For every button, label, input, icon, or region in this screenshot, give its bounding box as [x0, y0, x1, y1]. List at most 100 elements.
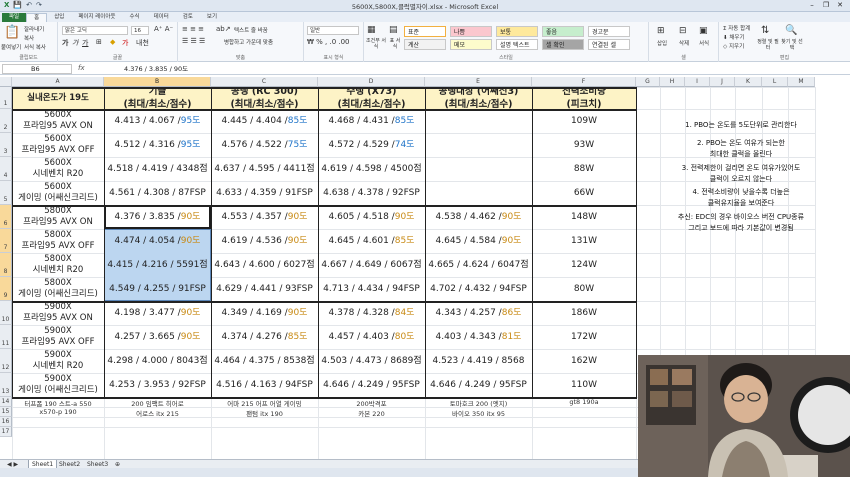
font-color-icon[interactable]: 가: [122, 38, 128, 48]
cell-style-2[interactable]: 나쁨: [450, 26, 492, 37]
result-cell[interactable]: 4.643 / 4.600 / 6027점: [211, 253, 318, 277]
column-header-g[interactable]: G: [636, 77, 660, 87]
result-cell[interactable]: 4.646 / 4.249 / 95FSP: [318, 373, 425, 397]
result-cell[interactable]: 4.349 / 4.169 / 90도: [211, 301, 318, 325]
result-cell[interactable]: 4.445 / 4.404 / 85도: [211, 109, 318, 133]
conditional-format-icon[interactable]: ▦: [367, 25, 376, 35]
result-cell[interactable]: 4.553 / 4.357 / 90도: [211, 205, 318, 229]
conditional-format-button[interactable]: 조건부 서식: [365, 38, 387, 50]
fill-button[interactable]: ⬇ 채우기: [723, 33, 745, 41]
result-cell[interactable]: 4.637 / 4.595 / 4411점: [211, 157, 318, 181]
sort-filter-button[interactable]: 정렬 및 필터: [757, 39, 779, 51]
italic-icon[interactable]: 가: [72, 38, 78, 48]
cell-style-8[interactable]: 설명 텍스트: [496, 39, 538, 50]
delete-cells-icon[interactable]: ⊟: [679, 26, 687, 36]
result-cell[interactable]: 4.645 / 4.584 / 90도: [425, 229, 532, 253]
tab-file[interactable]: 파일: [2, 13, 27, 22]
font-grow-icon[interactable]: A⁺ A⁻: [154, 25, 173, 33]
tab-data[interactable]: 데이터: [147, 13, 176, 22]
tab-home[interactable]: 홈: [26, 13, 48, 22]
format-painter-button[interactable]: 서식 복사: [24, 43, 46, 51]
row-header-4[interactable]: 4: [0, 157, 12, 181]
table-format-button[interactable]: 표 서식: [388, 38, 402, 50]
result-cell[interactable]: [425, 157, 532, 181]
cell-style-3[interactable]: 보통: [496, 26, 538, 37]
power-cell[interactable]: 162W: [532, 349, 636, 373]
autosum-button[interactable]: Σ 자동 합계: [723, 24, 750, 32]
column-header-h[interactable]: H: [660, 77, 685, 87]
find-select-icon[interactable]: 🔍: [785, 25, 797, 36]
column-header-i[interactable]: I: [685, 77, 710, 87]
result-cell[interactable]: 4.638 / 4.378 / 92FSP: [318, 181, 425, 205]
clear-button[interactable]: ◇ 지우기: [723, 42, 744, 50]
result-cell[interactable]: 4.253 / 3.953 / 92FSP: [104, 373, 211, 397]
result-cell[interactable]: 4.464 / 4.375 / 8538점: [211, 349, 318, 373]
formula-input[interactable]: 4.376 / 3.835 / 90도: [124, 64, 188, 74]
power-cell[interactable]: 80W: [532, 277, 636, 301]
tab-page-layout[interactable]: 페이지 레이아웃: [71, 13, 122, 22]
column-header-m[interactable]: M: [788, 77, 815, 87]
cell-style-7[interactable]: 메모: [450, 39, 492, 50]
result-cell[interactable]: 4.403 / 4.343 / 81도: [425, 325, 532, 349]
align-top-icon[interactable]: ≡ ≡ ≡: [182, 25, 204, 33]
merge-center-button[interactable]: 병합하고 가운데 맞춤: [224, 38, 273, 46]
fill-color-icon[interactable]: ◆: [110, 38, 115, 46]
column-header-k[interactable]: K: [735, 77, 762, 87]
row-header-1[interactable]: 1: [0, 87, 12, 109]
row-header-10[interactable]: 10: [0, 301, 12, 325]
cell-style-10[interactable]: 연결된 셀: [588, 39, 630, 50]
name-box[interactable]: B6: [2, 64, 72, 74]
result-cell[interactable]: [425, 133, 532, 157]
result-cell[interactable]: 4.713 / 4.434 / 94FSP: [318, 277, 425, 301]
align-left-icon[interactable]: ☰ ☰ ☰: [182, 37, 205, 45]
result-cell[interactable]: 4.413 / 4.067 / 95도: [104, 109, 211, 133]
result-cell[interactable]: 4.343 / 4.257 / 86도: [425, 301, 532, 325]
paste-button[interactable]: 붙여넣기: [1, 43, 21, 51]
power-cell[interactable]: 172W: [532, 325, 636, 349]
cell-style-9[interactable]: 셀 확인: [542, 39, 584, 50]
power-cell[interactable]: 93W: [532, 133, 636, 157]
cut-button[interactable]: 잘라내기: [24, 25, 44, 33]
select-all-corner[interactable]: [0, 77, 12, 87]
result-cell[interactable]: [425, 109, 532, 133]
column-header-j[interactable]: J: [710, 77, 735, 87]
result-cell[interactable]: 4.257 / 3.665 / 90도: [104, 325, 211, 349]
row-header-9[interactable]: 9: [0, 277, 12, 301]
active-cell-b6[interactable]: [104, 205, 211, 229]
table-format-icon[interactable]: ▤: [389, 25, 398, 35]
power-cell[interactable]: 131W: [532, 229, 636, 253]
result-cell[interactable]: 4.468 / 4.431 / 85도: [318, 109, 425, 133]
column-header-c[interactable]: C: [211, 77, 318, 87]
bold-icon[interactable]: 가: [62, 38, 68, 48]
copy-button[interactable]: 복사: [24, 34, 34, 42]
result-cell[interactable]: 4.645 / 4.601 / 85도: [318, 229, 425, 253]
insert-cells-icon[interactable]: ⊞: [657, 26, 665, 36]
result-cell[interactable]: 4.298 / 4.000 / 8043점: [104, 349, 211, 373]
row-header-3[interactable]: 3: [0, 133, 12, 157]
cell-style-6[interactable]: 계산: [404, 39, 446, 50]
cell-style-5[interactable]: 경고문: [588, 26, 630, 37]
wrap-text-button[interactable]: 텍스트 줄 바꿈: [234, 26, 268, 34]
result-cell[interactable]: 4.576 / 4.522 / 75도: [211, 133, 318, 157]
row-header-7[interactable]: 7: [0, 229, 12, 253]
power-cell[interactable]: 186W: [532, 301, 636, 325]
currency-icon[interactable]: ₩ % , .0 .00: [307, 38, 350, 46]
sort-filter-icon[interactable]: ⇅: [761, 25, 769, 36]
phonetic-icon[interactable]: 내천: [136, 38, 149, 48]
result-cell[interactable]: 4.646 / 4.249 / 95FSP: [425, 373, 532, 397]
result-cell[interactable]: 4.667 / 4.649 / 6067점: [318, 253, 425, 277]
fx-icon[interactable]: fx: [78, 64, 85, 72]
result-cell[interactable]: 4.572 / 4.529 / 74도: [318, 133, 425, 157]
power-cell[interactable]: 88W: [532, 157, 636, 181]
result-cell[interactable]: 4.523 / 4.419 / 8568: [425, 349, 532, 373]
row-header-11[interactable]: 11: [0, 325, 12, 349]
result-cell[interactable]: 4.633 / 4.359 / 91FSP: [211, 181, 318, 205]
result-cell[interactable]: [425, 181, 532, 205]
paste-icon[interactable]: 📋: [4, 25, 20, 40]
row-header-15[interactable]: 15: [0, 407, 12, 417]
result-cell[interactable]: 4.378 / 4.328 / 84도: [318, 301, 425, 325]
result-cell[interactable]: 4.198 / 3.477 / 90도: [104, 301, 211, 325]
result-cell[interactable]: 4.512 / 4.316 / 95도: [104, 133, 211, 157]
result-cell[interactable]: 4.457 / 4.403 / 80도: [318, 325, 425, 349]
tab-formulas[interactable]: 수식: [122, 13, 146, 22]
